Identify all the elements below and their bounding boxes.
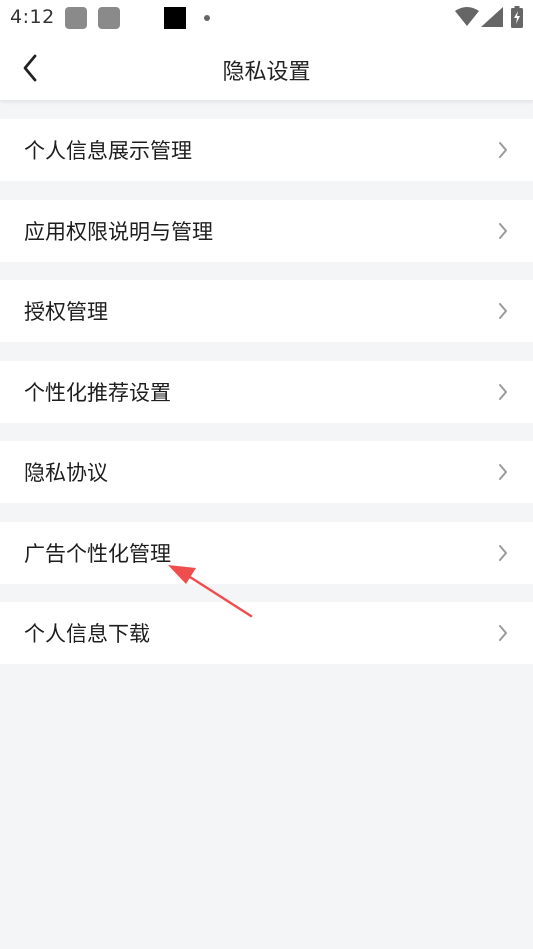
menu-item-personal-info-download[interactable]: 个人信息下载: [0, 602, 533, 664]
menu-item-label: 授权管理: [24, 300, 108, 324]
page-title: 隐私设置: [222, 60, 311, 85]
menu-item-personal-info-display[interactable]: 个人信息展示管理: [0, 119, 533, 181]
menu-item-label: 个人信息展示管理: [24, 139, 192, 163]
menu-item-label: 应用权限说明与管理: [24, 219, 213, 244]
notification-icon: [98, 7, 120, 29]
chevron-right-icon: [499, 303, 507, 319]
notification-icon: [164, 7, 186, 29]
status-bar: 4:12: [0, 0, 533, 36]
annotation-arrow-icon: [168, 565, 253, 618]
chevron-right-icon: [499, 464, 507, 480]
chevron-right-icon: [499, 383, 507, 400]
wifi-icon: [455, 7, 479, 26]
chevron-right-icon: [499, 625, 507, 641]
menu-item-label: 个人信息下载: [24, 622, 150, 646]
menu-item-privacy-agreement[interactable]: 隐私协议: [0, 441, 533, 503]
menu-item-label: 个性化推荐设置: [24, 380, 171, 405]
menu-item-label: 广告个性化管理: [24, 541, 171, 566]
chevron-right-icon: [499, 544, 507, 561]
privacy-settings-list: 个人信息展示管理 应用权限说明与管理 授权管理 个性化推荐设置 隐私协议 广告个…: [0, 119, 533, 683]
battery-icon: [511, 6, 523, 28]
notification-icon: [65, 7, 87, 29]
chevron-right-icon: [499, 222, 507, 239]
menu-item-ad-personalization[interactable]: 广告个性化管理: [0, 521, 533, 584]
more-notifications-icon: [204, 15, 210, 21]
nav-bar: 隐私设置: [0, 36, 533, 100]
menu-item-personalized-recommendation[interactable]: 个性化推荐设置: [0, 360, 533, 423]
status-time: 4:12: [10, 6, 55, 28]
menu-item-app-permissions[interactable]: 应用权限说明与管理: [0, 199, 533, 262]
menu-item-label: 隐私协议: [24, 461, 108, 485]
menu-item-authorization[interactable]: 授权管理: [0, 280, 533, 342]
chevron-right-icon: [499, 142, 507, 158]
signal-icon: [481, 7, 503, 27]
